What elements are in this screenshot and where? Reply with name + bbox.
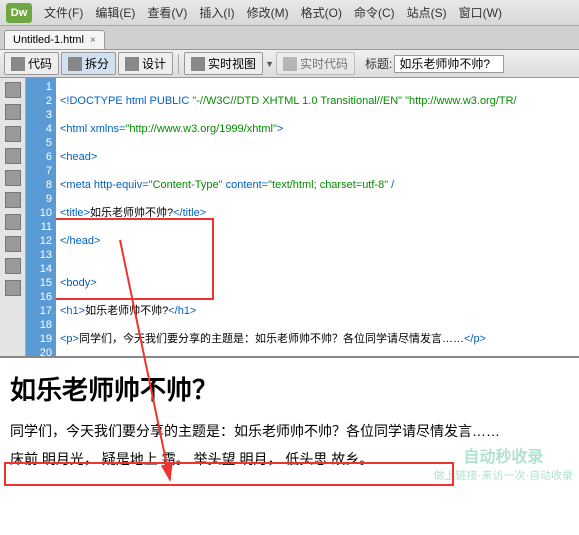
split-workspace: 1 2 3 4 5 6 7 8 9 10 11 12 13 14 15 16 1… xyxy=(0,78,579,358)
line-num: 19 xyxy=(26,332,52,346)
split-label: 拆分 xyxy=(85,55,109,72)
code-text: "Content-Type" xyxy=(149,179,223,191)
code-text: <!DOCTYPE html PUBLIC xyxy=(60,95,192,107)
split-view-button[interactable]: 拆分 xyxy=(61,52,116,75)
code-text: <p> xyxy=(60,333,79,345)
menu-bar: Dw 文件(F) 编辑(E) 查看(V) 插入(I) 修改(M) 格式(O) 命… xyxy=(0,0,579,26)
line-num: 10 xyxy=(26,206,52,220)
code-view-button[interactable]: 代码 xyxy=(4,52,59,75)
code-text: </head> xyxy=(60,235,100,247)
code-icon xyxy=(11,57,25,71)
title-input[interactable] xyxy=(394,55,504,73)
line-num: 9 xyxy=(26,192,52,206)
tool-icon[interactable] xyxy=(5,126,21,142)
title-label: 标题: xyxy=(365,55,392,72)
document-tabs: Untitled-1.html × xyxy=(0,26,579,50)
code-text: 如乐老师帅不帅? xyxy=(85,305,168,317)
tool-icon[interactable] xyxy=(5,170,21,186)
code-text: content= xyxy=(223,179,269,191)
line-num: 15 xyxy=(26,276,52,290)
tool-icon[interactable] xyxy=(5,236,21,252)
tool-icon[interactable] xyxy=(5,192,21,208)
tool-icon[interactable] xyxy=(5,280,21,296)
chevron-down-icon[interactable]: ▼ xyxy=(265,59,274,69)
code-text: > xyxy=(277,123,283,135)
watermark-brand: 自动秒收录 xyxy=(434,443,573,467)
watermark-sub: 做上链接·来访一次·自动收录 xyxy=(434,467,573,483)
line-num: 5 xyxy=(26,136,52,150)
tool-icon[interactable] xyxy=(5,104,21,120)
code-text: <head> xyxy=(60,151,97,163)
live-label: 实时视图 xyxy=(208,55,256,72)
design-label: 设计 xyxy=(142,55,166,72)
preview-paragraph: 同学们，今天我们要分享的主题是：如乐老师帅不帅？各位同学请尽情发言…… xyxy=(10,421,569,441)
code-text: / xyxy=(388,179,394,191)
tool-icon[interactable] xyxy=(5,148,21,164)
watermark: 自动秒收录 做上链接·来访一次·自动收录 xyxy=(434,443,573,483)
line-num: 11 xyxy=(26,220,52,234)
line-num: 4 xyxy=(26,122,52,136)
code-editor[interactable]: <!DOCTYPE html PUBLIC "-//W3C//DTD XHTML… xyxy=(56,78,579,356)
document-tab[interactable]: Untitled-1.html × xyxy=(4,30,105,49)
code-text: 如乐老师帅不帅? xyxy=(90,207,173,219)
tool-icon[interactable] xyxy=(5,214,21,230)
line-num: 2 xyxy=(26,94,52,108)
code-text: "text/html; charset=utf-8" xyxy=(268,179,388,191)
code-text: </p> xyxy=(464,333,486,345)
line-num: 17 xyxy=(26,304,52,318)
menu-file[interactable]: 文件(F) xyxy=(38,4,89,21)
separator xyxy=(178,54,179,74)
design-preview[interactable]: 如乐老师帅不帅？ 同学们，今天我们要分享的主题是：如乐老师帅不帅？各位同学请尽情… xyxy=(0,358,579,489)
line-num: 18 xyxy=(26,318,52,332)
code-text: <title> xyxy=(60,207,90,219)
tool-icon[interactable] xyxy=(5,258,21,274)
line-num: 8 xyxy=(26,178,52,192)
line-num: 16 xyxy=(26,290,52,304)
design-icon xyxy=(125,57,139,71)
code-text: </h1> xyxy=(168,305,196,317)
line-gutter: 1 2 3 4 5 6 7 8 9 10 11 12 13 14 15 16 1… xyxy=(26,78,56,356)
live-code-button[interactable]: 实时代码 xyxy=(276,52,355,75)
preview-heading: 如乐老师帅不帅？ xyxy=(10,370,569,407)
code-text: "http://www.w3.org/1999/xhtml" xyxy=(125,123,277,135)
menu-insert[interactable]: 插入(I) xyxy=(193,4,240,21)
split-icon xyxy=(68,57,82,71)
tool-icon[interactable] xyxy=(5,82,21,98)
code-text: <meta http-equiv= xyxy=(60,179,149,191)
livecode-icon xyxy=(283,57,297,71)
view-toolbar: 代码 拆分 设计 实时视图 ▼ 实时代码 标题: xyxy=(0,50,579,78)
line-num: 3 xyxy=(26,108,52,122)
tab-title: Untitled-1.html xyxy=(13,34,84,46)
menu-window[interactable]: 窗口(W) xyxy=(453,4,508,21)
code-text: 同学们，今天我们要分享的主题是：如乐老师帅不帅？各位同学请尽情发言…… xyxy=(79,333,464,345)
line-num: 7 xyxy=(26,164,52,178)
code-text: "-//W3C//DTD XHTML 1.0 Transitional//EN"… xyxy=(192,95,516,107)
line-num: 6 xyxy=(26,150,52,164)
menu-modify[interactable]: 修改(M) xyxy=(241,4,295,21)
line-num: 13 xyxy=(26,248,52,262)
line-num: 1 xyxy=(26,80,52,94)
design-view-button[interactable]: 设计 xyxy=(118,52,173,75)
livecode-label: 实时代码 xyxy=(300,55,348,72)
code-text: <body> xyxy=(60,277,97,289)
code-text: </title> xyxy=(173,207,206,219)
menu-edit[interactable]: 编辑(E) xyxy=(89,4,141,21)
code-text: <h1> xyxy=(60,305,85,317)
line-num: 12 xyxy=(26,234,52,248)
line-num: 14 xyxy=(26,262,52,276)
live-view-button[interactable]: 实时视图 xyxy=(184,52,263,75)
code-label: 代码 xyxy=(28,55,52,72)
close-icon[interactable]: × xyxy=(90,35,96,46)
menu-view[interactable]: 查看(V) xyxy=(141,4,193,21)
live-icon xyxy=(191,57,205,71)
menu-site[interactable]: 站点(S) xyxy=(401,4,453,21)
code-text: <html xmlns= xyxy=(60,123,125,135)
menu-command[interactable]: 命令(C) xyxy=(348,4,401,21)
app-logo: Dw xyxy=(6,3,32,23)
menu-format[interactable]: 格式(O) xyxy=(295,4,348,21)
vertical-toolbar xyxy=(0,78,26,356)
